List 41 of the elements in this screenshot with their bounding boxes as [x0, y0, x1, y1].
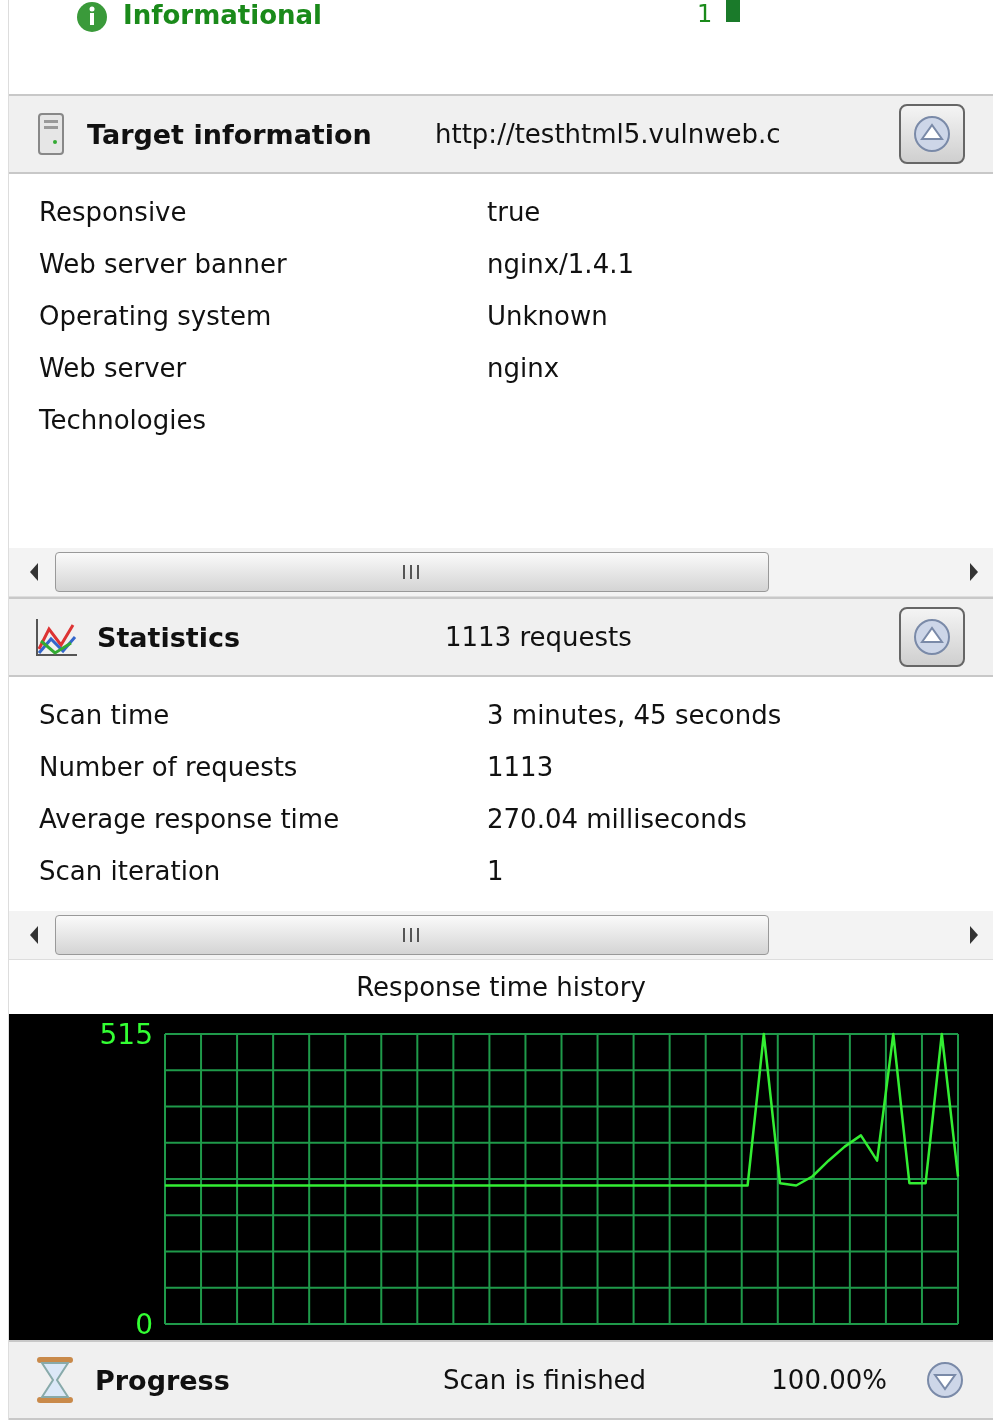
property-value: 3 minutes, 45 seconds	[487, 700, 782, 730]
scroll-right-icon[interactable]	[969, 926, 979, 944]
chart-title: Response time history	[355, 971, 647, 1004]
property-name: Scan time	[39, 700, 171, 730]
scroll-left-icon[interactable]	[29, 563, 39, 581]
horizontal-scrollbar[interactable]	[9, 911, 993, 960]
section-title: Statistics	[97, 621, 241, 653]
section-summary: 1113 requests	[445, 622, 633, 652]
property-name: Number of requests	[39, 752, 299, 782]
count-bar-icon	[726, 0, 741, 22]
expand-button[interactable]	[925, 1360, 965, 1400]
property-value: true	[487, 197, 541, 227]
property-name: Scan iteration	[39, 856, 222, 886]
property-name: Web server	[39, 353, 188, 383]
collapse-button[interactable]	[899, 607, 965, 667]
property-value: 1113	[487, 752, 554, 782]
property-value: nginx	[487, 353, 560, 383]
property-value: 270.04 milliseconds	[487, 804, 747, 834]
scroll-right-icon[interactable]	[969, 563, 979, 581]
scroll-left-icon[interactable]	[29, 926, 39, 944]
scrollbar-thumb[interactable]	[55, 552, 769, 592]
section-title: Progress	[95, 1364, 230, 1396]
y-tick-label: 0	[135, 1308, 153, 1340]
progress-percent: 100.00%	[771, 1365, 887, 1395]
section-summary: http://testhtml5.vulnweb.c	[435, 119, 782, 149]
section-title: Target information	[87, 118, 372, 150]
property-name: Technologies	[39, 405, 208, 435]
collapse-button[interactable]	[899, 104, 965, 164]
severity-count: 1	[697, 0, 713, 28]
y-tick-label: 515	[99, 1018, 153, 1051]
property-name: Web server banner	[39, 249, 288, 279]
property-value: Unknown	[487, 301, 608, 331]
property-name: Average response time	[39, 804, 341, 834]
scrollbar-thumb[interactable]	[55, 915, 769, 955]
section-summary: Scan is finished	[443, 1365, 648, 1395]
property-name: Responsive	[39, 197, 188, 227]
property-value: nginx/1.4.1	[487, 249, 634, 279]
property-value: 1	[487, 856, 504, 886]
severity-label: Informational	[123, 0, 323, 30]
property-name: Operating system	[39, 301, 273, 331]
horizontal-scrollbar[interactable]	[9, 548, 993, 597]
